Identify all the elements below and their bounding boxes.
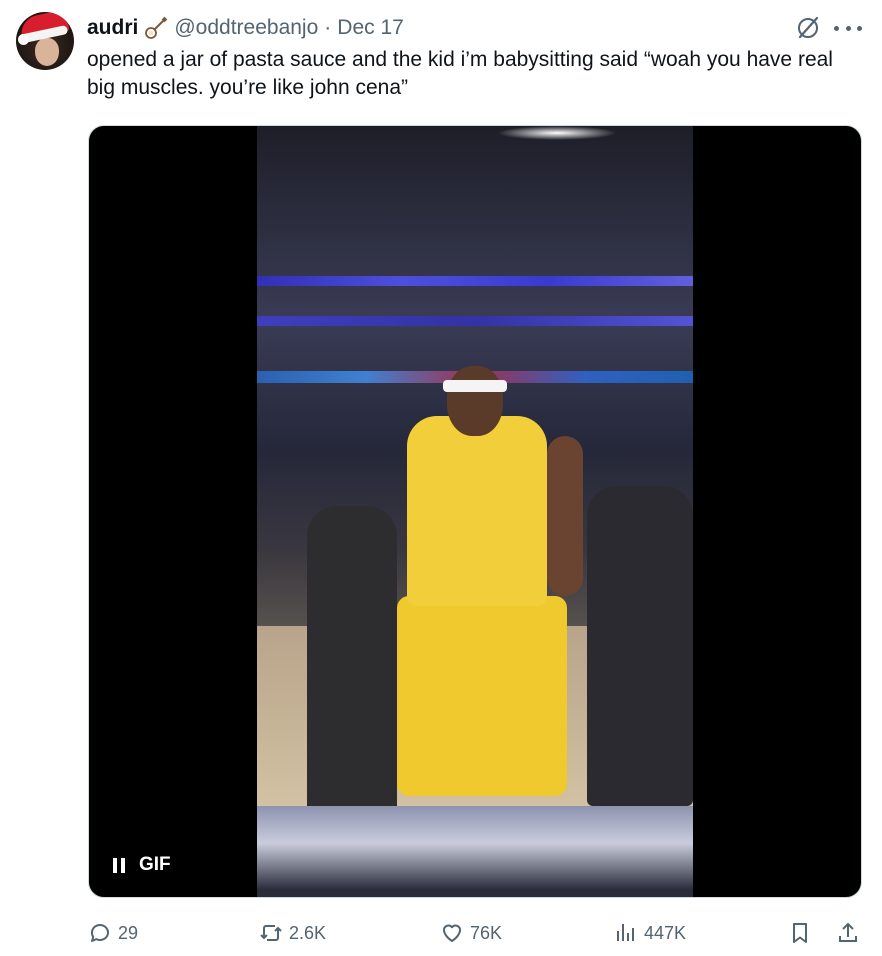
bookmark-icon [793, 923, 807, 943]
like-count: 76K [470, 922, 503, 943]
more-dot [857, 25, 862, 31]
tweet-text: opened a jar of pasta sauce and the kid … [87, 48, 833, 99]
grok-icon[interactable] [794, 14, 822, 42]
banjo-icon [142, 14, 170, 42]
arena-lights [497, 126, 617, 140]
player-arm [547, 436, 583, 596]
arena-tier [257, 276, 693, 286]
separator-dot: · [324, 16, 332, 39]
reply-icon [90, 924, 109, 942]
avatar-face [35, 38, 59, 66]
repost-icon [260, 925, 282, 941]
player-figure [397, 366, 583, 806]
share-icon [839, 922, 857, 942]
gif-frame [257, 126, 693, 897]
scorer-table [257, 806, 693, 897]
arena-tier [257, 316, 693, 326]
gif-controls: GIF [113, 853, 171, 877]
player-headband [443, 380, 507, 392]
bookmark-button[interactable] [788, 918, 812, 948]
player-shorts [397, 596, 567, 796]
santa-hat-pom [18, 34, 29, 45]
bystander [307, 506, 397, 816]
pause-bar [121, 857, 125, 873]
more-dot [834, 25, 839, 31]
display-name[interactable]: audri [87, 16, 138, 40]
like-icon [443, 924, 461, 942]
pause-bar [113, 857, 117, 873]
gif-badge: GIF [139, 854, 171, 875]
avatar[interactable] [16, 12, 74, 70]
views-icon [617, 924, 634, 941]
views-button[interactable]: 447K [614, 918, 686, 948]
more-icon[interactable] [834, 18, 862, 38]
views-count: 447K [644, 922, 687, 943]
reply-count: 29 [118, 922, 139, 943]
player-head [447, 366, 503, 436]
user-handle[interactable]: @oddtreebanjo [174, 16, 318, 40]
pause-icon[interactable] [113, 857, 125, 873]
player-jersey [407, 416, 547, 606]
tweet-header: audri @oddtreebanjo · Dec 17 [87, 13, 404, 43]
more-dot [845, 25, 851, 31]
repost-button[interactable]: 2.6K [259, 918, 326, 948]
tweet-media-gif[interactable]: GIF [88, 125, 862, 898]
like-button[interactable]: 76K [440, 918, 502, 948]
photographer [587, 486, 693, 806]
tweet-date[interactable]: Dec 17 [337, 16, 404, 40]
tweet-actions: 29 2.6K 76K 447K [88, 918, 862, 948]
reply-button[interactable]: 29 [88, 918, 138, 948]
share-button[interactable] [836, 918, 860, 948]
repost-count: 2.6K [289, 922, 327, 943]
